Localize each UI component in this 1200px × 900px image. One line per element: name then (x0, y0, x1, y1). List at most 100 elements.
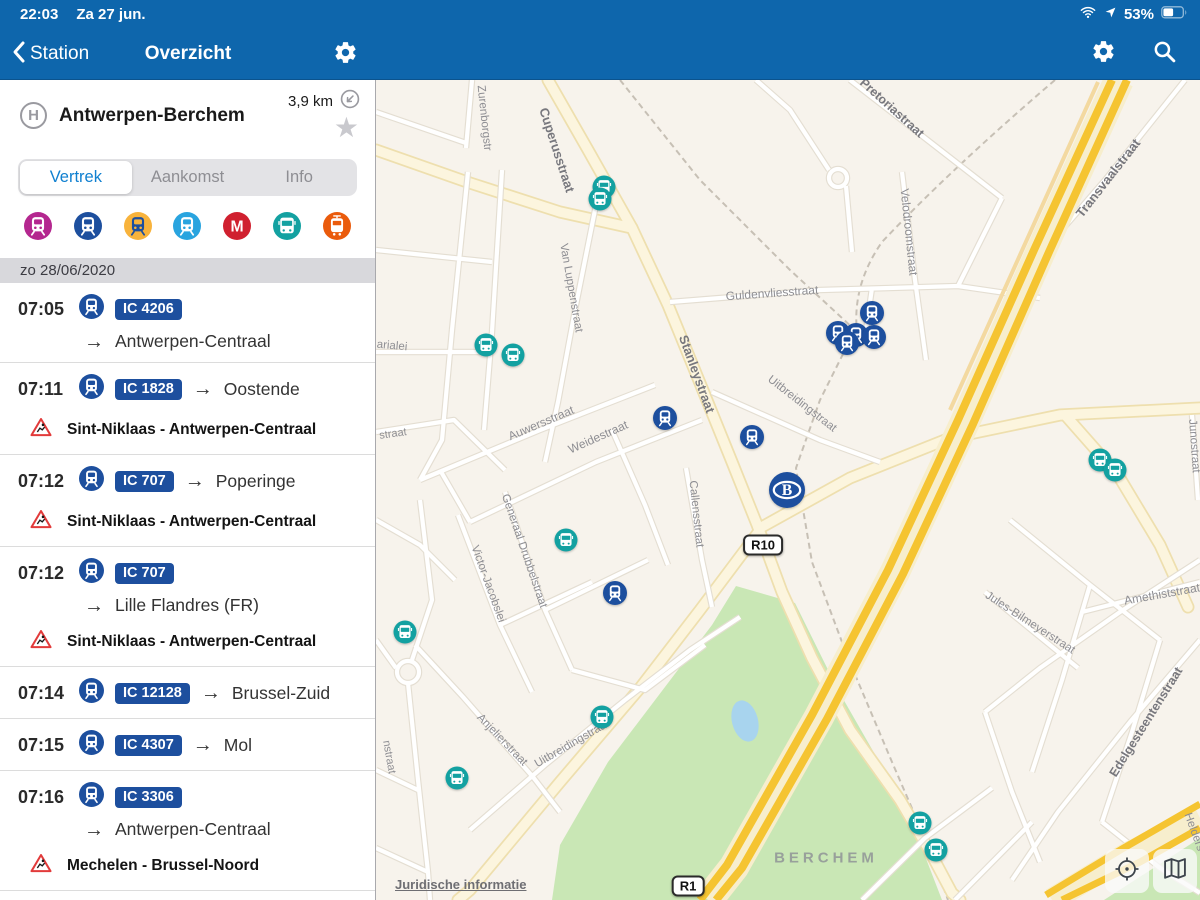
map-train-stop-icon[interactable] (603, 581, 627, 605)
train-icon (79, 782, 104, 812)
nmbs-app: 22:03 Za 27 jun. 53% (0, 0, 1200, 900)
warning-text: Sint-Niklaas - Antwerpen-Centraal (67, 421, 316, 439)
arrow-icon: → (84, 332, 104, 352)
nmbs-station-logo-marker[interactable]: B (769, 472, 805, 508)
departure-time: 07:12 (18, 563, 68, 584)
arrow-icon: → (185, 471, 205, 491)
works-warning-banner: Sint-Niklaas - Antwerpen-Centraal (30, 509, 363, 534)
svg-text:M: M (231, 219, 244, 236)
status-bar: 22:03 Za 27 jun. 53% (0, 0, 1200, 28)
battery-icon (1161, 6, 1188, 23)
folded-map-icon (1161, 855, 1189, 888)
departure-list: 07:05 IC 4206 → Antwerpen-Centraal 07:11 I… (0, 283, 375, 900)
destination: Lille Flandres (FR) (115, 595, 259, 616)
roadworks-warning-icon (30, 417, 52, 442)
map-bus-stop-icon[interactable] (394, 621, 417, 644)
battery-percent: 53% (1124, 6, 1154, 23)
map-train-stop-icon[interactable] (860, 301, 884, 325)
map-bus-stop-icon[interactable] (502, 344, 525, 367)
search-icon[interactable] (1152, 39, 1177, 69)
departure-time: 07:05 (18, 299, 68, 320)
mode-filter-s-train-icon[interactable] (173, 212, 201, 240)
departure-time: 07:16 (18, 787, 68, 808)
departure-row[interactable]: 07:05 IC 4206 → Antwerpen-Centraal (0, 283, 375, 363)
tab-bar: VertrekAankomstInfo (18, 159, 357, 196)
line-badge: IC 707 (115, 471, 174, 492)
train-icon (79, 678, 104, 708)
wifi-icon (1079, 5, 1097, 23)
mode-filter-metro-icon[interactable]: M (223, 212, 251, 240)
roadworks-warning-icon (30, 629, 52, 654)
train-icon (79, 558, 104, 588)
location-arrow-icon (1104, 6, 1117, 23)
tab-info[interactable]: Info (243, 161, 355, 194)
station-header: H Antwerpen-Berchem 3,9 km ★ (0, 80, 375, 155)
mode-filter-tram-icon[interactable] (323, 212, 351, 240)
arrow-icon: → (84, 820, 104, 840)
mode-filter-bus-icon[interactable] (273, 212, 301, 240)
map-bus-stop-icon[interactable] (909, 812, 932, 835)
tab-aankomst[interactable]: Aankomst (132, 161, 244, 194)
departure-row[interactable]: 07:12 IC 707→ Poperinge Sint-Niklaas - A… (0, 455, 375, 547)
destination: Antwerpen-Centraal (115, 819, 271, 840)
roadworks-warning-icon (30, 853, 52, 878)
map-bus-stop-icon[interactable] (591, 706, 614, 729)
train-icon (79, 466, 104, 496)
works-warning-banner: Sint-Niklaas - Antwerpen-Centraal (30, 417, 363, 442)
mode-filter-ic-train-icon[interactable] (74, 212, 102, 240)
map-train-stop-icon[interactable] (740, 425, 764, 449)
arrow-icon: → (193, 379, 213, 399)
warning-text: Sint-Niklaas - Antwerpen-Centraal (67, 633, 316, 651)
map-bus-stop-icon[interactable] (446, 767, 469, 790)
arrow-icon: → (84, 596, 104, 616)
departure-row[interactable]: 07:16 IC 3306→ Antwerpen-Centraal Mechel… (0, 771, 375, 891)
map-bus-stop-icon[interactable] (475, 334, 498, 357)
destination: Poperinge (216, 471, 296, 492)
tab-vertrek[interactable]: Vertrek (20, 161, 132, 194)
road-badge-r10: R10 (743, 535, 783, 556)
warning-text: Mechelen - Brussel-Noord (67, 857, 259, 875)
app-header: 22:03 Za 27 jun. 53% (0, 0, 1200, 80)
departure-row[interactable]: 07:20 IC 2627 (0, 891, 375, 900)
map-bus-stop-icon[interactable] (589, 188, 612, 211)
panel-navbar: Station Overzicht (0, 28, 376, 80)
arrow-icon: → (193, 735, 213, 755)
favorite-star-icon[interactable]: ★ (334, 114, 359, 142)
station-name: Antwerpen-Berchem (59, 105, 245, 127)
map-bus-stop-icon[interactable] (555, 529, 578, 552)
map-bus-stop-icon[interactable] (925, 839, 948, 862)
road-badge-r1: R1 (672, 876, 705, 897)
departure-row[interactable]: 07:11 IC 1828→ Oostende Sint-Niklaas - A… (0, 363, 375, 455)
mode-filter-highspeed-train-icon[interactable] (24, 212, 52, 240)
back-button[interactable]: Station (0, 40, 89, 69)
destination: Brussel-Zuid (232, 683, 330, 704)
map-style-button[interactable] (1153, 849, 1197, 893)
map-settings-gear-icon[interactable] (1091, 39, 1116, 69)
locate-me-button[interactable] (1105, 849, 1149, 893)
departure-row[interactable]: 07:15 IC 4307→ Mol (0, 719, 375, 771)
transport-mode-filters: M (0, 212, 375, 240)
map-train-stop-icon[interactable] (862, 325, 886, 349)
map-navbar (376, 40, 1200, 80)
status-time: 22:03 (20, 6, 58, 23)
mode-filter-local-train-icon[interactable] (124, 212, 152, 240)
train-icon (79, 730, 104, 760)
line-badge: IC 1828 (115, 379, 182, 400)
destination: Antwerpen-Centraal (115, 331, 271, 352)
departure-row[interactable]: 07:14 IC 12128→ Brussel-Zuid (0, 667, 375, 719)
crosshair-icon (1113, 855, 1141, 888)
line-badge: IC 4307 (115, 735, 182, 756)
departure-row[interactable]: 07:12 IC 707→ Lille Flandres (FR) Sint-N… (0, 547, 375, 667)
station-type-icon: H (20, 102, 47, 129)
roadworks-warning-icon (30, 509, 52, 534)
map-view[interactable]: ZurenborgstrCuperusstraatTransvaalstraat… (376, 80, 1200, 900)
works-warning-banner: Sint-Niklaas - Antwerpen-Centraal (30, 629, 363, 654)
departure-time: 07:14 (18, 683, 68, 704)
departure-time: 07:11 (18, 379, 68, 400)
map-train-stop-icon[interactable] (835, 331, 859, 355)
line-badge: IC 4206 (115, 299, 182, 320)
map-train-stop-icon[interactable] (653, 406, 677, 430)
legal-info-link[interactable]: Juridische informatie (395, 877, 526, 892)
panel-settings-gear-icon[interactable] (333, 40, 358, 70)
map-bus-stop-icon[interactable] (1104, 459, 1127, 482)
